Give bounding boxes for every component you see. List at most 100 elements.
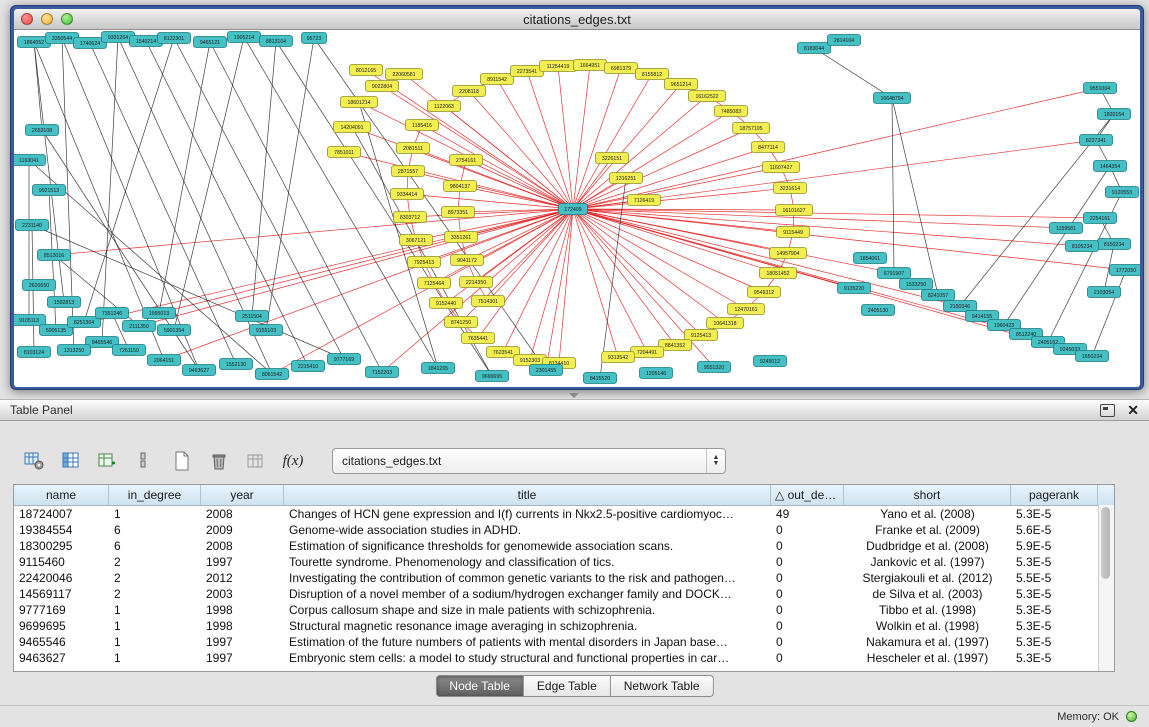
graph-node[interactable]: 1854061	[854, 253, 887, 264]
graph-node[interactable]: 2103054	[1088, 287, 1121, 298]
graph-node[interactable]: 8155812	[636, 69, 669, 80]
graph-node[interactable]: 6981379	[605, 63, 638, 74]
graph-node[interactable]: 8303712	[394, 212, 427, 223]
graph-node[interactable]: 18601214	[341, 97, 378, 108]
graph-node[interactable]: 9041172	[451, 255, 484, 266]
import-table-button[interactable]	[242, 447, 270, 475]
graph-node[interactable]: 1533250	[900, 279, 933, 290]
graph-node[interactable]: 2754161	[450, 155, 483, 166]
graph-node[interactable]: 7261150	[113, 345, 146, 356]
graph-node[interactable]: 8150234	[1098, 239, 1131, 250]
graph-node[interactable]: 1205146	[640, 368, 673, 379]
table-row[interactable]: 946554611997Estimation of the future num…	[14, 634, 1114, 650]
graph-node[interactable]: 7514301	[472, 296, 505, 307]
graph-node[interactable]: 2064151	[148, 355, 181, 366]
graph-node[interactable]: 22060581	[386, 69, 423, 80]
graph-node[interactable]: 16101627	[776, 205, 813, 216]
graph-node[interactable]: 9651214	[665, 79, 698, 90]
function-builder-button[interactable]: f(x)	[279, 447, 307, 475]
graph-node[interactable]: 12470161	[728, 304, 765, 315]
graph-node[interactable]: 2208118	[453, 86, 486, 97]
graph-node[interactable]: 8061542	[256, 369, 289, 380]
graph-node[interactable]: 2620650	[23, 280, 56, 291]
graph-node[interactable]: 8122301	[158, 33, 191, 44]
table-selector-dropdown[interactable]: citations_edges.txt ▲▼	[332, 448, 726, 474]
graph-node[interactable]: 2150346	[944, 301, 977, 312]
graph-node[interactable]: 9125413	[685, 330, 718, 341]
network-window[interactable]: citations_edges.txt 17240911854162081511…	[10, 5, 1144, 390]
citation-network-graph[interactable]: 1724091185416208151128715579334414830371…	[14, 30, 1140, 387]
table-row[interactable]: 911546021997Tourette syndrome. Phenomeno…	[14, 554, 1114, 570]
scrollbar-thumb[interactable]	[1101, 507, 1110, 579]
graph-node[interactable]: 2215410	[292, 361, 325, 372]
zoom-window-button[interactable]	[61, 13, 73, 25]
graph-node[interactable]: 11254419	[540, 61, 577, 72]
close-window-button[interactable]	[21, 13, 33, 25]
graph-node[interactable]: 3226151	[596, 153, 629, 164]
graph-node[interactable]: 1122063	[428, 101, 461, 112]
graph-node[interactable]: 8241057	[922, 290, 955, 301]
graph-node[interactable]: 9120553	[1106, 187, 1139, 198]
graph-node[interactable]: 2653108	[26, 125, 59, 136]
graph-node[interactable]: 9804137	[444, 181, 477, 192]
graph-node[interactable]: 1185416	[406, 120, 439, 131]
column-header-4[interactable]: △ out_de…	[771, 485, 844, 505]
graph-node[interactable]: 9699695	[476, 371, 509, 382]
graph-node[interactable]: 7925413	[408, 257, 441, 268]
table-scrollbar[interactable]	[1098, 505, 1114, 671]
graph-node[interactable]: 7152203	[366, 367, 399, 378]
graph-node[interactable]: 8251304	[68, 317, 101, 328]
column-header-5[interactable]: short	[844, 485, 1011, 505]
graph-node[interactable]: 9155103	[250, 325, 283, 336]
graph-node[interactable]: 9115449	[777, 227, 810, 238]
graph-node[interactable]: 14204091	[334, 122, 371, 133]
float-panel-icon[interactable]	[1100, 404, 1115, 417]
graph-node[interactable]: 1313250	[58, 345, 91, 356]
graph-node[interactable]: 1159581	[1050, 223, 1083, 234]
minimize-window-button[interactable]	[41, 13, 53, 25]
show-rows-button[interactable]	[131, 447, 159, 475]
graph-node[interactable]: 2871557	[392, 166, 425, 177]
graph-node[interactable]: 8813104	[260, 36, 293, 47]
graph-node[interactable]: 7635441	[462, 333, 495, 344]
panel-splitter-handle[interactable]	[569, 393, 579, 398]
column-header-6[interactable]: pagerank	[1011, 485, 1098, 505]
graph-node[interactable]: 1664951	[574, 60, 607, 71]
graph-node[interactable]: 1592813	[48, 297, 81, 308]
column-header-3[interactable]: title	[284, 485, 771, 505]
delete-columns-button[interactable]	[205, 447, 233, 475]
table-row[interactable]: 1938455462009Genome-wide association stu…	[14, 522, 1114, 538]
graph-node[interactable]: 8103124	[18, 347, 51, 358]
graph-node[interactable]: 2405130	[862, 305, 895, 316]
tab-network-table[interactable]: Network Table	[611, 675, 714, 697]
graph-node[interactable]: 11607427	[763, 162, 800, 173]
graph-node[interactable]: 7851011	[328, 147, 361, 158]
graph-node[interactable]: 8513016	[38, 250, 71, 261]
graph-node[interactable]: 9549312	[748, 287, 781, 298]
graph-node[interactable]: 9777169	[328, 354, 361, 365]
graph-node[interactable]: 2273541	[511, 66, 544, 77]
graph-node[interactable]: 9245012	[754, 356, 787, 367]
graph-node[interactable]: 8477114	[752, 142, 785, 153]
graph-node[interactable]: 1464354	[1094, 161, 1127, 172]
graph-node[interactable]: 16648794	[874, 93, 911, 104]
table-row[interactable]: 1456911722003Disruption of a novel membe…	[14, 586, 1114, 602]
graph-node[interactable]: 5901354	[158, 325, 191, 336]
graph-node[interactable]: 2254161	[1084, 213, 1117, 224]
graph-node[interactable]: 8415520	[584, 373, 617, 384]
graph-node[interactable]: 1995013	[143, 308, 176, 319]
graph-node[interactable]: 2814104	[828, 35, 861, 46]
close-panel-icon[interactable]: ✕	[1127, 404, 1139, 416]
graph-node[interactable]: 3351261	[445, 232, 478, 243]
tab-edge-table[interactable]: Edge Table	[524, 675, 611, 697]
graph-node[interactable]: 2511504	[236, 311, 269, 322]
graph-node[interactable]: 172409	[559, 204, 588, 215]
graph-node[interactable]: 8105234	[1066, 241, 1099, 252]
graph-node[interactable]: 2111350	[123, 321, 156, 332]
graph-node[interactable]: 2081511	[397, 143, 430, 154]
graph-node[interactable]: 1552130	[220, 359, 253, 370]
graph-node[interactable]: 2301455	[530, 365, 563, 376]
tab-node-table[interactable]: Node Table	[435, 675, 524, 697]
graph-node[interactable]: 8973351	[442, 207, 475, 218]
table-row[interactable]: 969969511998Structural magnetic resonanc…	[14, 618, 1114, 634]
